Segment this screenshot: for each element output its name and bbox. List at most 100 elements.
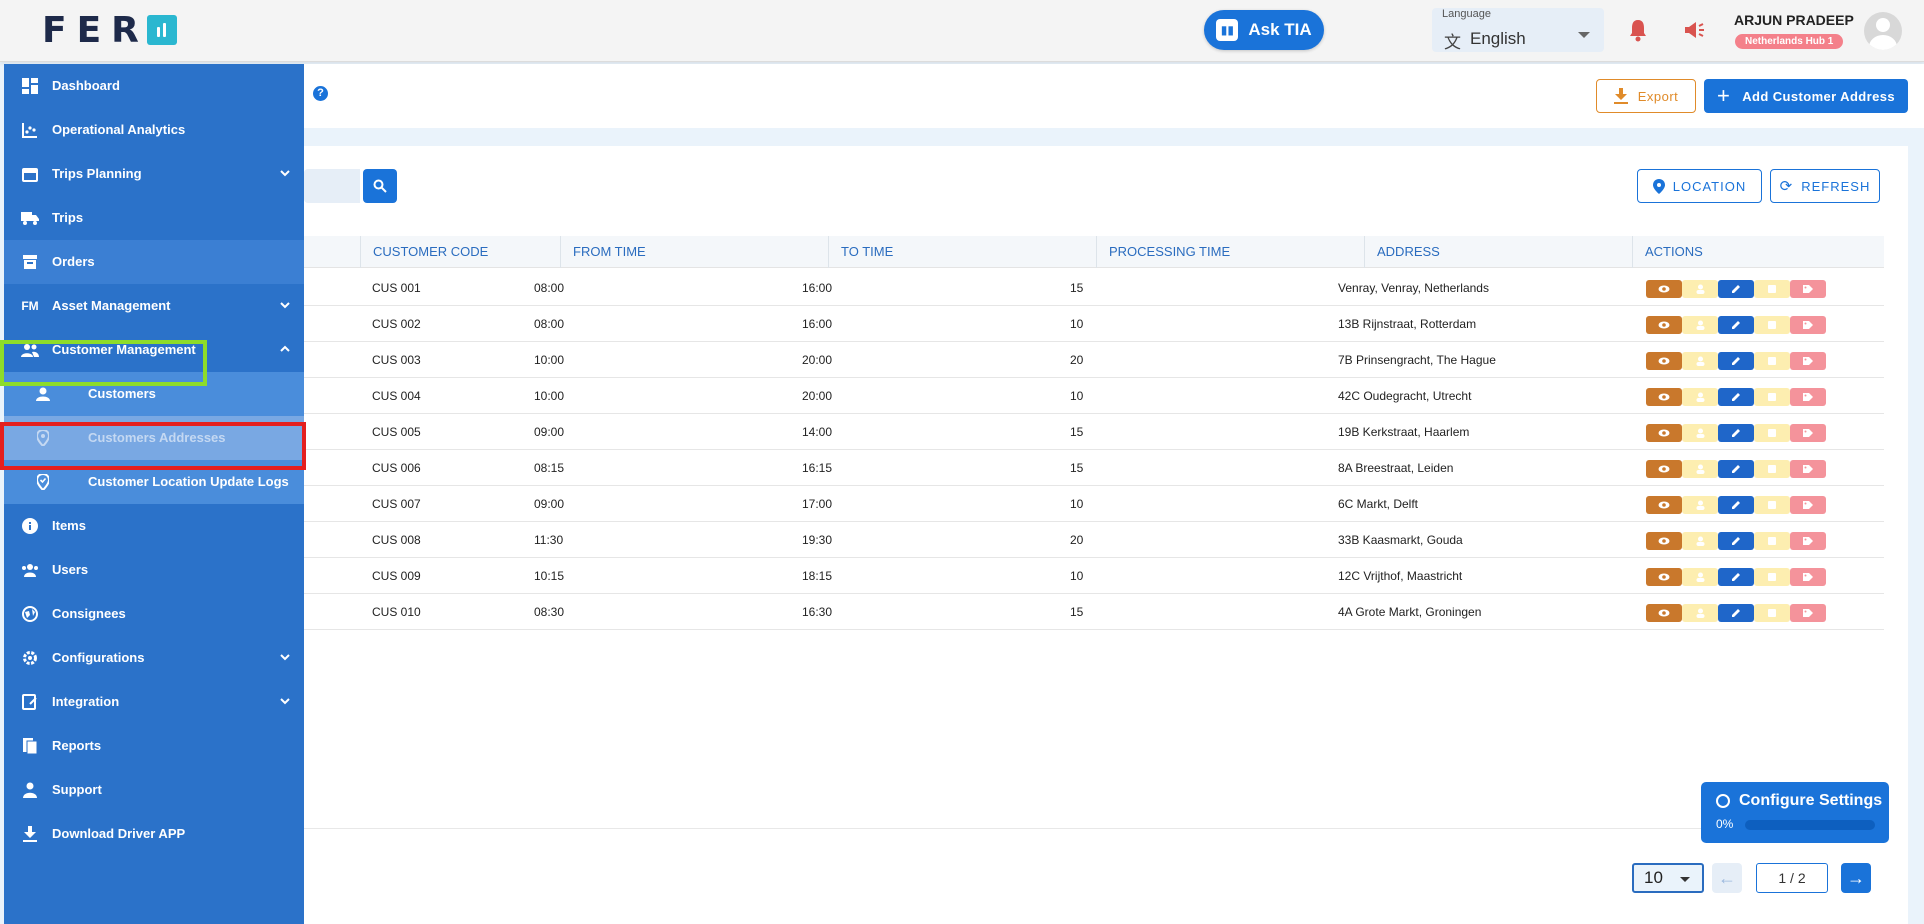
sidebar-item-items[interactable]: Items [4,504,304,548]
megaphone-icon[interactable] [1682,18,1706,42]
assign-button[interactable] [1682,604,1718,622]
assign-button[interactable] [1682,568,1718,586]
tag-button[interactable] [1790,532,1826,550]
tag-button[interactable] [1790,352,1826,370]
assign-button[interactable] [1682,280,1718,298]
sidebar-item-operational-analytics[interactable]: Operational Analytics [4,108,304,152]
prev-page-button[interactable]: ← [1712,863,1742,893]
tag-button[interactable] [1790,424,1826,442]
search-icon [373,179,387,193]
pencil-icon [1731,284,1741,294]
assign-button[interactable] [1682,352,1718,370]
edit-button[interactable] [1718,280,1754,298]
edit-button[interactable] [1718,352,1754,370]
sidebar-item-trips-planning[interactable]: Trips Planning [4,152,304,196]
assign-button[interactable] [1682,460,1718,478]
sidebar-item-download-driver-app[interactable]: Download Driver APP [4,812,304,856]
add-customer-address-button[interactable]: + Add Customer Address [1704,79,1908,113]
cell-address: 13B Rijnstraat, Rotterdam [1338,317,1477,331]
sidebar-item-integration[interactable]: Integration [4,680,304,724]
refresh-button[interactable]: ⟳ REFRESH [1770,169,1880,203]
search-input[interactable] [304,169,360,203]
details-button[interactable] [1754,388,1790,406]
assign-button[interactable] [1682,532,1718,550]
sidebar-item-trips[interactable]: Trips [4,196,304,240]
page-separator: / [1790,870,1794,886]
help-icon[interactable]: ? [313,86,328,101]
sidebar-item-asset-management[interactable]: FM Asset Management [4,284,304,328]
col-address[interactable]: ADDRESS [1364,236,1440,268]
view-button[interactable] [1646,532,1682,550]
sidebar-item-dashboard[interactable]: Dashboard [4,64,304,108]
details-button[interactable] [1754,604,1790,622]
view-button[interactable] [1646,280,1682,298]
assign-button[interactable] [1682,316,1718,334]
sidebar-item-users[interactable]: Users [4,548,304,592]
tag-button[interactable] [1790,280,1826,298]
details-button[interactable] [1754,316,1790,334]
view-button[interactable] [1646,604,1682,622]
fero-logo[interactable]: FER [42,10,177,51]
details-button[interactable] [1754,532,1790,550]
tag-button[interactable] [1790,496,1826,514]
assign-button[interactable] [1682,388,1718,406]
col-from-time[interactable]: FROM TIME [560,236,646,268]
view-button[interactable] [1646,424,1682,442]
view-button[interactable] [1646,352,1682,370]
info-icon [21,517,39,535]
view-button[interactable] [1646,388,1682,406]
page-indicator[interactable]: 1 / 2 [1756,863,1828,893]
details-button[interactable] [1754,568,1790,586]
sidebar-item-orders[interactable]: Orders [4,240,304,284]
view-button[interactable] [1646,316,1682,334]
edit-button[interactable] [1718,568,1754,586]
view-button[interactable] [1646,568,1682,586]
ask-tia-button[interactable]: ▮▮ Ask TIA [1204,10,1324,50]
edit-button[interactable] [1718,460,1754,478]
cell-to-time: 16:00 [802,317,833,331]
details-button[interactable] [1754,496,1790,514]
bell-icon[interactable] [1628,18,1648,42]
edit-button[interactable] [1718,388,1754,406]
edit-button[interactable] [1718,532,1754,550]
assign-button[interactable] [1682,424,1718,442]
col-to-time[interactable]: TO TIME [828,236,893,268]
cell-from-time: 10:00 [534,353,565,367]
search-button[interactable] [363,169,397,203]
next-page-button[interactable]: → [1841,863,1871,893]
col-processing-time[interactable]: PROCESSING TIME [1096,236,1230,268]
details-button[interactable] [1754,280,1790,298]
details-button[interactable] [1754,424,1790,442]
sidebar-item-reports[interactable]: Reports [4,724,304,768]
export-button[interactable]: Export [1596,79,1696,113]
tag-button[interactable] [1790,316,1826,334]
tag-button[interactable] [1790,388,1826,406]
edit-button[interactable] [1718,496,1754,514]
view-button[interactable] [1646,460,1682,478]
sidebar-item-configurations[interactable]: Configurations [4,636,304,680]
sidebar-item-consignees[interactable]: Consignees [4,592,304,636]
edit-button[interactable] [1718,424,1754,442]
tag-button[interactable] [1790,568,1826,586]
progress-circle-icon [1716,794,1730,808]
tag-button[interactable] [1790,604,1826,622]
view-button[interactable] [1646,496,1682,514]
hub-badge[interactable]: Netherlands Hub 1 [1735,34,1844,49]
tag-button[interactable] [1790,460,1826,478]
edit-button[interactable] [1718,316,1754,334]
col-customer-code[interactable]: CUSTOMER CODE [360,236,488,268]
configure-settings-widget[interactable]: Configure Settings 0% [1701,782,1889,843]
edit-button[interactable] [1718,604,1754,622]
add-customer-address-label: Add Customer Address [1742,88,1895,104]
configure-settings-title: Configure Settings [1739,792,1883,809]
assign-button[interactable] [1682,496,1718,514]
location-button[interactable]: LOCATION [1637,169,1762,203]
language-select[interactable]: Language 文 English [1432,8,1604,52]
sidebar-item-support[interactable]: Support [4,768,304,812]
page-size-select[interactable]: 10 [1632,863,1704,893]
details-button[interactable] [1754,460,1790,478]
avatar[interactable] [1864,12,1902,50]
person-icon [1696,572,1705,582]
details-button[interactable] [1754,352,1790,370]
chevron-down-icon [1680,877,1690,882]
